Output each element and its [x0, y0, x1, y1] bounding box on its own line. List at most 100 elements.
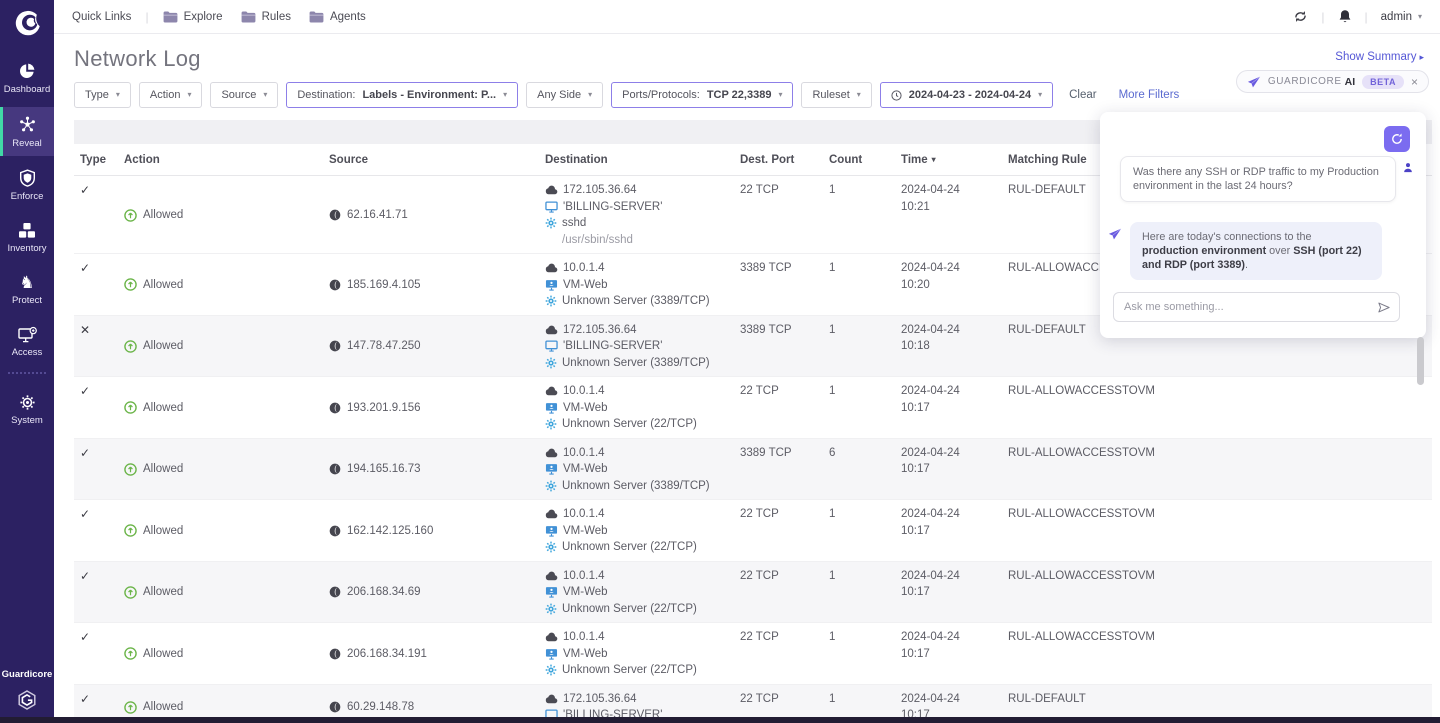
column-header-type[interactable]: Type [74, 154, 124, 166]
table-row[interactable]: ✓Allowed206.168.34.6910.0.1.4VM-WebUnkno… [74, 562, 1432, 624]
cloud-icon [545, 263, 558, 273]
column-header-count[interactable]: Count [829, 154, 901, 166]
allowed-icon [124, 647, 137, 660]
sidebar-item-dashboard[interactable]: Dashboard [0, 54, 54, 102]
destination-line: 10.0.1.4 [545, 383, 740, 400]
column-header-time[interactable]: Time▾ [901, 154, 1008, 166]
column-header-destination[interactable]: Destination [545, 154, 740, 166]
vm-icon [545, 279, 558, 291]
sidebar-item-access[interactable]: Access [0, 318, 54, 365]
destination-line: 10.0.1.4 [545, 506, 740, 523]
column-header-label: Action [124, 154, 160, 166]
sidebar-item-system[interactable]: System [0, 386, 54, 433]
allowed-icon [124, 463, 137, 476]
filter-ports-protocols[interactable]: Ports/Protocols:TCP 22,3389▾ [611, 82, 793, 108]
filter-any-side[interactable]: Any Side▾ [526, 82, 603, 108]
table-row[interactable]: ✓Allowed193.201.9.15610.0.1.4VM-WebUnkno… [74, 377, 1432, 439]
filter-ruleset[interactable]: Ruleset▾ [801, 82, 871, 108]
globe-icon [329, 701, 341, 713]
topbar-link-explore[interactable]: Explore [163, 11, 223, 23]
action-label: Allowed [143, 400, 183, 417]
filter-source[interactable]: Source▾ [210, 82, 278, 108]
column-header-label: Matching Rule [1008, 154, 1087, 166]
filter-type[interactable]: Type▾ [74, 82, 131, 108]
sidebar-item-inventory[interactable]: Inventory [0, 214, 54, 261]
source-ip: 194.165.16.73 [347, 461, 421, 478]
column-header-dest-port[interactable]: Dest. Port [740, 154, 829, 166]
monitor-icon [545, 201, 558, 213]
chevron-right-icon: ▸ [1419, 52, 1424, 63]
show-summary-link[interactable]: Show Summary ▸ [1335, 51, 1424, 63]
table-scrollbar[interactable] [1417, 337, 1424, 385]
allowed-icon [124, 340, 137, 353]
chevron-down-icon: ▾ [1418, 13, 1422, 21]
topbar-divider: | [1365, 10, 1368, 24]
matching-rule-cell: RUL-ALLOWACCESSTOVM [1008, 506, 1432, 556]
column-header-action[interactable]: Action [124, 154, 329, 166]
source-ip: 60.29.148.78 [347, 699, 414, 716]
action-cell: Allowed [124, 383, 329, 433]
source-ip: 206.168.34.191 [347, 646, 427, 663]
guardicore-ai-pill[interactable]: GUARDICORE AI BETA × [1236, 70, 1429, 93]
more-filters-link[interactable]: More Filters [1119, 89, 1180, 101]
destination-cell: 10.0.1.4VM-WebUnknown Server (3389/TCP) [545, 445, 740, 495]
caret-icon: ▾ [778, 91, 782, 99]
matching-rule-cell: RUL-ALLOWACCESSTOVM [1008, 383, 1432, 433]
gear-icon [545, 217, 557, 229]
type-cell: ✓ [74, 445, 124, 495]
source-cell: 62.16.41.71 [329, 182, 545, 248]
close-icon[interactable]: × [1411, 76, 1418, 88]
quick-links-link[interactable]: Quick Links [72, 11, 131, 23]
destination-line: 10.0.1.4 [545, 629, 740, 646]
chat-reset-button[interactable] [1384, 126, 1410, 152]
notifications-bell-icon[interactable] [1338, 9, 1352, 24]
globe-icon [329, 463, 341, 475]
destination-text: /usr/sbin/sshd [562, 232, 633, 249]
sidebar-item-enforce[interactable]: Enforce [0, 161, 54, 209]
caret-icon: ▾ [187, 91, 191, 99]
source-cell: 162.142.125.160 [329, 506, 545, 556]
destination-text: 'BILLING-SERVER' [563, 338, 662, 355]
sidebar-item-label: Reveal [12, 138, 42, 149]
filter-action[interactable]: Action▾ [139, 82, 203, 108]
table-row[interactable]: ✓Allowed162.142.125.16010.0.1.4VM-WebUnk… [74, 500, 1432, 562]
destination-line: 172.105.36.64 [545, 691, 740, 708]
time-clock: 10:17 [901, 523, 1008, 540]
vm-icon [545, 463, 558, 475]
column-header-source[interactable]: Source [329, 154, 545, 166]
table-row[interactable]: ✓Allowed194.165.16.7310.0.1.4VM-WebUnkno… [74, 439, 1432, 501]
destination-text: sshd [562, 215, 586, 232]
destination-line: 'BILLING-SERVER' [545, 338, 740, 355]
time-clock: 10:17 [901, 400, 1008, 417]
destination-line: VM-Web [545, 523, 740, 540]
destination-line: Unknown Server (22/TCP) [545, 539, 740, 556]
guardicore-logo-icon[interactable] [12, 8, 42, 38]
topbar-link-rules[interactable]: Rules [241, 11, 291, 23]
clear-filters-link[interactable]: Clear [1069, 89, 1096, 101]
time-cell: 2024-04-2410:20 [901, 260, 1008, 310]
send-button[interactable] [1377, 301, 1391, 314]
destination-line: 172.105.36.64 [545, 322, 740, 339]
sidebar-item-reveal[interactable]: Reveal [0, 107, 54, 156]
send-icon [1377, 301, 1391, 314]
table-row[interactable]: ✓Allowed206.168.34.19110.0.1.4VM-WebUnkn… [74, 623, 1432, 685]
inventory-icon [18, 222, 36, 239]
sidebar-item-protect[interactable]: ♞Protect [0, 266, 54, 313]
chat-input[interactable] [1124, 301, 1377, 313]
destination-text: VM-Web [563, 400, 608, 417]
topbar-link-agents[interactable]: Agents [309, 11, 366, 23]
source-ip: 206.168.34.69 [347, 584, 421, 601]
filter-destination[interactable]: Destination:Labels - Environment: P...▾ [286, 82, 518, 108]
destination-text: 10.0.1.4 [563, 568, 605, 585]
assistant-plane-icon [1108, 228, 1122, 240]
enforce-icon [19, 169, 36, 187]
destination-text: 10.0.1.4 [563, 445, 605, 462]
refresh-icon[interactable] [1293, 10, 1308, 23]
guardicore-g-mark-icon [16, 689, 38, 711]
source-ip: 62.16.41.71 [347, 207, 408, 224]
time-date: 2024-04-24 [901, 260, 1008, 277]
type-cell: ✓ [74, 182, 124, 248]
user-menu[interactable]: admin ▾ [1381, 11, 1422, 23]
filter-date-range[interactable]: 2024-04-23 - 2024-04-24▾ [880, 82, 1053, 108]
dashboard-icon [18, 62, 36, 80]
